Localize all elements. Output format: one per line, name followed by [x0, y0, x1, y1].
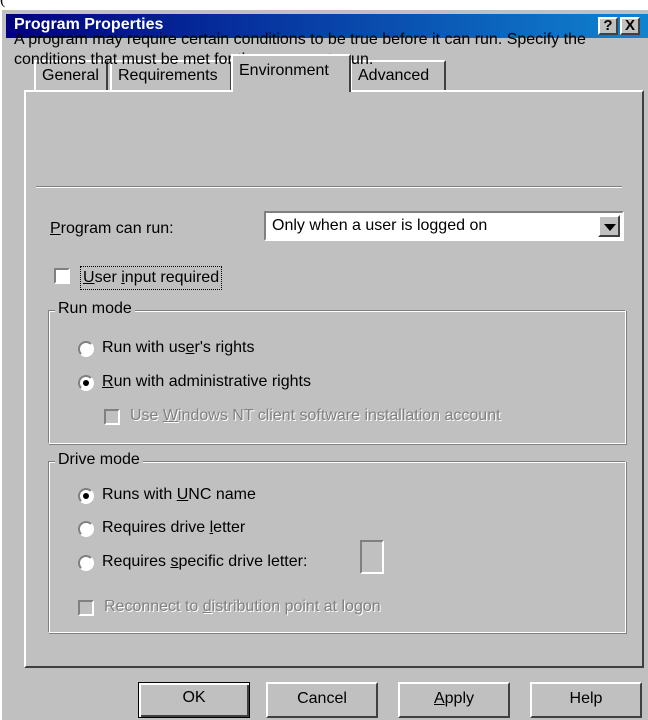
close-icon[interactable]: X	[620, 17, 640, 35]
clipped-top-strip: (	[0, 0, 648, 10]
program-properties-dialog: Program Properties ? X General Requireme…	[0, 10, 648, 720]
help-button[interactable]: Help	[530, 682, 642, 718]
cancel-button[interactable]: Cancel	[266, 682, 378, 718]
apply-button[interactable]: Apply	[398, 682, 510, 718]
tab-environment[interactable]: Environment	[231, 54, 351, 92]
help-icon[interactable]: ?	[598, 17, 618, 35]
ok-button[interactable]: OK	[138, 682, 250, 718]
environment-tab-panel	[24, 90, 644, 668]
clipped-text: (	[0, 0, 5, 9]
